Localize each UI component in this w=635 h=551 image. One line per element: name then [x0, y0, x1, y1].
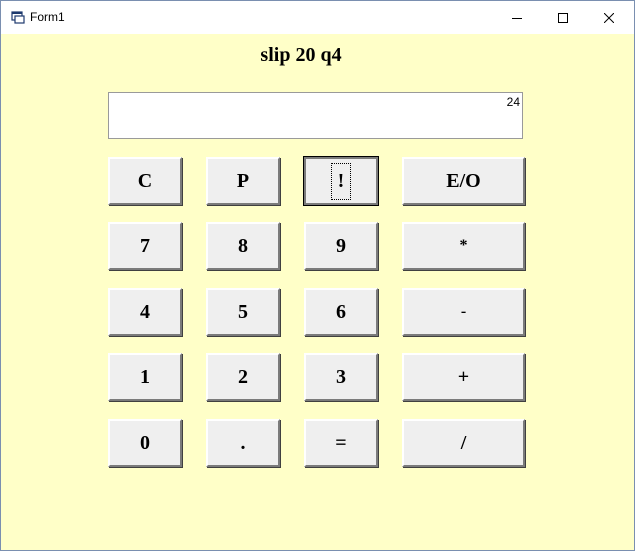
digit-9-label: 9 — [336, 234, 346, 257]
decimal-point-button[interactable]: . — [206, 419, 280, 467]
digit-0-button[interactable]: 0 — [108, 419, 182, 467]
digit-7-label: 7 — [140, 234, 150, 257]
divide-label: / — [460, 431, 467, 454]
close-button[interactable] — [586, 1, 632, 34]
digit-4-button[interactable]: 4 — [108, 288, 182, 336]
digit-9-button[interactable]: 9 — [304, 222, 378, 270]
digit-7-button[interactable]: 7 — [108, 222, 182, 270]
calculator-window: Form1 slip 20 q4 24 C P ! E/O 7 8 9 * 4 … — [0, 0, 635, 551]
digit-3-button[interactable]: 3 — [304, 353, 378, 401]
minus-button[interactable]: - — [402, 288, 525, 336]
multiply-label: * — [459, 237, 468, 254]
clear-button[interactable]: C — [108, 157, 182, 205]
equals-label: = — [335, 431, 347, 454]
form-heading: slip 20 q4 — [260, 44, 342, 66]
digit-2-button[interactable]: 2 — [206, 353, 280, 401]
digit-8-label: 8 — [238, 234, 248, 257]
maximize-icon — [558, 12, 568, 23]
even-odd-button[interactable]: E/O — [402, 157, 525, 205]
p-label: P — [236, 169, 250, 192]
close-icon — [604, 12, 614, 23]
form-app-icon — [11, 11, 25, 24]
clear-label: C — [137, 169, 153, 192]
digit-8-button[interactable]: 8 — [206, 222, 280, 270]
decimal-point-label: . — [240, 431, 246, 454]
digit-3-label: 3 — [336, 365, 346, 388]
display-value: 24 — [506, 95, 520, 109]
result-display[interactable]: 24 — [108, 92, 523, 139]
maximize-button[interactable] — [540, 1, 586, 34]
minimize-button[interactable] — [494, 1, 540, 34]
divide-button[interactable]: / — [402, 419, 525, 467]
digit-5-button[interactable]: 5 — [206, 288, 280, 336]
multiply-button[interactable]: * — [402, 222, 525, 270]
digit-6-label: 6 — [336, 300, 346, 323]
p-button[interactable]: P — [206, 157, 280, 205]
plus-label: + — [457, 365, 470, 388]
digit-1-button[interactable]: 1 — [108, 353, 182, 401]
minimize-icon — [512, 17, 522, 19]
digit-2-label: 2 — [238, 365, 248, 388]
digit-1-label: 1 — [140, 365, 150, 388]
title-bar[interactable]: Form1 — [1, 1, 634, 34]
equals-button[interactable]: = — [304, 419, 378, 467]
factorial-button[interactable]: ! — [303, 156, 379, 206]
plus-button[interactable]: + — [402, 353, 525, 401]
digit-6-button[interactable]: 6 — [304, 288, 378, 336]
digit-4-label: 4 — [140, 300, 150, 323]
minus-label: - — [460, 303, 467, 320]
digit-5-label: 5 — [238, 300, 248, 323]
factorial-label: ! — [330, 162, 351, 200]
even-odd-label: E/O — [446, 169, 481, 192]
window-title: Form1 — [30, 10, 65, 24]
digit-0-label: 0 — [140, 431, 150, 454]
